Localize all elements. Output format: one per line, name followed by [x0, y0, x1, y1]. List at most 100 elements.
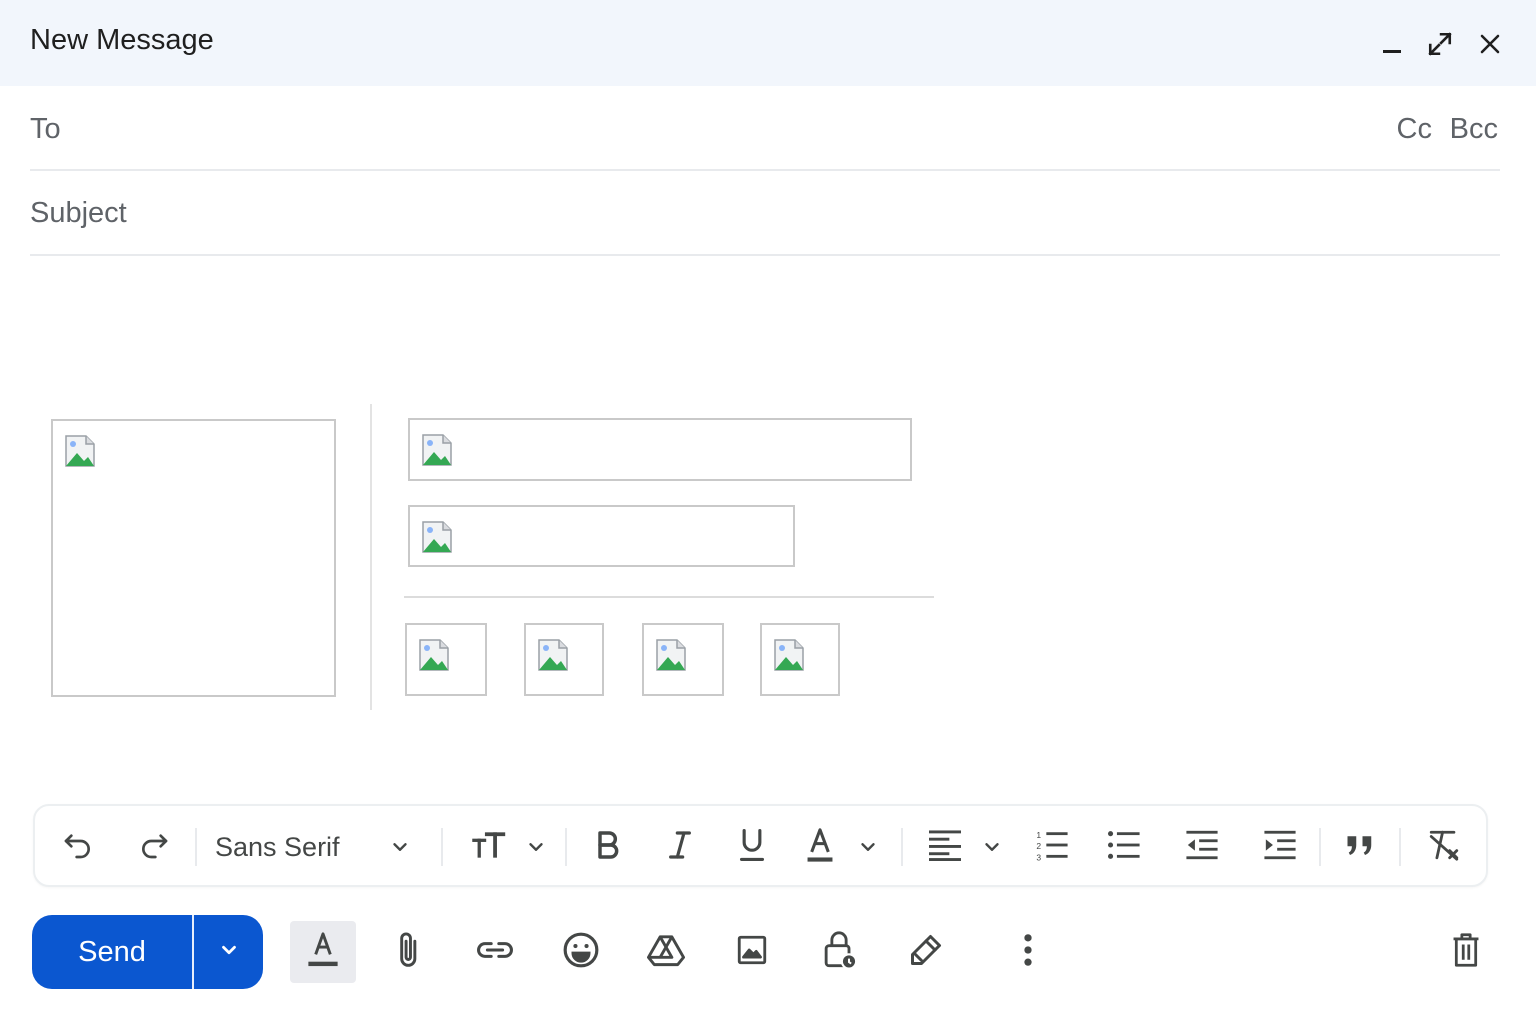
italic-icon [666, 829, 694, 866]
underline-icon [738, 828, 766, 867]
formatting-toggle-icon [305, 931, 341, 974]
attach-icon [394, 931, 424, 974]
indent-less-button[interactable] [1181, 826, 1223, 868]
bulleted-list-button[interactable] [1103, 826, 1145, 868]
chevron-down-icon [857, 836, 879, 863]
quote-button[interactable] [1339, 826, 1381, 868]
attach-files-button[interactable] [376, 921, 442, 983]
discard-icon [1450, 932, 1482, 973]
broken-image-icon [774, 639, 804, 671]
insert-drive-button[interactable] [633, 921, 699, 983]
send-button[interactable]: Send [32, 915, 192, 989]
discard-draft-button[interactable] [1433, 921, 1499, 983]
undo-button[interactable] [57, 826, 99, 868]
indent-less-icon [1185, 829, 1219, 866]
broken-image-icon [422, 521, 452, 553]
text-color-button[interactable] [803, 826, 883, 868]
insert-photo-button[interactable] [719, 921, 785, 983]
to-input[interactable] [120, 106, 1380, 150]
broken-image-icon [422, 434, 452, 466]
signature-icon [908, 932, 944, 973]
bulleted-list-icon [1107, 829, 1141, 866]
close-button[interactable] [1470, 24, 1510, 64]
subject-input[interactable] [30, 191, 1430, 235]
align-button[interactable] [927, 826, 1003, 868]
emoji-icon [562, 931, 600, 974]
toolbar-separator [901, 828, 903, 866]
image-placeholder [408, 418, 912, 481]
svg-text:3: 3 [1036, 852, 1041, 860]
broken-image-icon [419, 639, 449, 671]
close-icon [1478, 32, 1502, 56]
more-options-icon [1023, 933, 1033, 972]
message-body[interactable] [0, 258, 1536, 798]
send-options-button[interactable] [194, 915, 263, 989]
redo-icon [138, 829, 170, 866]
horizontal-divider [404, 596, 934, 598]
confidential-mode-icon [821, 930, 858, 975]
undo-icon [62, 829, 94, 866]
broken-image-icon [538, 639, 568, 671]
image-placeholder [524, 623, 604, 696]
image-placeholder [642, 623, 724, 696]
compose-header: New Message [0, 0, 1536, 86]
vertical-divider [370, 404, 372, 710]
image-placeholder [760, 623, 840, 696]
fullscreen-icon [1427, 31, 1453, 57]
align-icon [927, 829, 963, 866]
send-button-group: Send [32, 915, 263, 989]
link-icon [476, 938, 514, 967]
bold-button[interactable] [587, 826, 629, 868]
svg-text:2: 2 [1036, 841, 1041, 851]
font-size-button[interactable] [471, 826, 547, 868]
svg-text:1: 1 [1036, 829, 1041, 839]
toolbar-separator [1319, 828, 1321, 866]
confidential-mode-button[interactable] [806, 921, 872, 983]
remove-formatting-icon [1427, 828, 1461, 867]
broken-image-icon [656, 639, 686, 671]
chevron-down-icon [525, 836, 547, 863]
to-label: To [30, 113, 61, 145]
photo-icon [735, 933, 769, 972]
text-color-icon [803, 827, 837, 868]
image-placeholder [51, 419, 336, 697]
toolbar-separator [195, 828, 197, 866]
quote-icon [1345, 832, 1375, 863]
chevron-down-icon [981, 836, 1003, 863]
image-placeholder [405, 623, 487, 696]
toolbar-separator [565, 828, 567, 866]
indent-more-icon [1263, 829, 1297, 866]
remove-formatting-button[interactable] [1423, 826, 1465, 868]
numbered-list-button[interactable]: 1 2 3 [1031, 826, 1073, 868]
chevron-down-icon [389, 836, 411, 863]
to-row: To Cc Bcc [30, 86, 1500, 171]
font-size-icon [471, 829, 509, 866]
subject-row [30, 171, 1500, 256]
numbered-list-icon: 1 2 3 [1035, 829, 1069, 866]
font-family-select[interactable]: Sans Serif [215, 826, 415, 868]
broken-image-icon [65, 435, 95, 467]
drive-icon [647, 933, 685, 972]
fullscreen-button[interactable] [1420, 24, 1460, 64]
toolbar-separator [1399, 828, 1401, 866]
minimize-icon [1380, 32, 1404, 56]
insert-emoji-button[interactable] [548, 921, 614, 983]
more-options-button[interactable] [995, 921, 1061, 983]
formatting-options-button[interactable] [290, 921, 356, 983]
formatting-toolbar: Sans Serif 1 2 3 [33, 804, 1488, 887]
cc-link[interactable]: Cc [1397, 113, 1432, 146]
minimize-button[interactable] [1372, 24, 1412, 64]
toolbar-separator [441, 828, 443, 866]
underline-button[interactable] [731, 826, 773, 868]
indent-more-button[interactable] [1259, 826, 1301, 868]
font-family-label: Sans Serif [215, 831, 340, 862]
image-placeholder [408, 505, 795, 567]
bcc-link[interactable]: Bcc [1450, 113, 1498, 146]
chevron-down-icon [218, 939, 240, 966]
insert-link-button[interactable] [462, 921, 528, 983]
italic-button[interactable] [659, 826, 701, 868]
redo-button[interactable] [133, 826, 175, 868]
insert-signature-button[interactable] [893, 921, 959, 983]
bold-icon [594, 829, 622, 866]
compose-title: New Message [30, 24, 214, 56]
